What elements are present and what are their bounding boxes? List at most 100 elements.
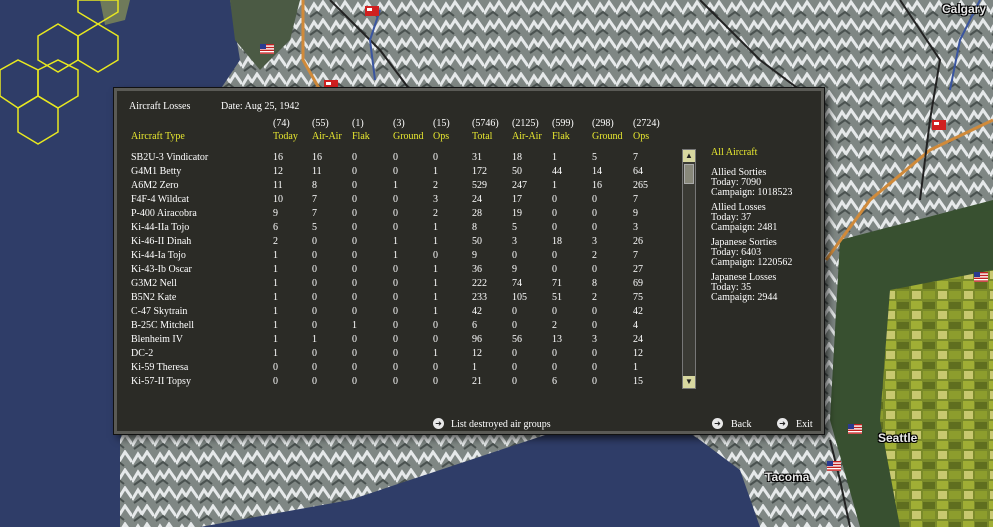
scroll-up-button[interactable]: ▲ bbox=[683, 150, 695, 162]
table-row[interactable]: Blenheim IV 1 1 0 0 0 96 56 13 3 24 bbox=[117, 333, 677, 347]
header-aircraft-type[interactable]: Aircraft Type bbox=[131, 130, 185, 144]
table-cell: 0 bbox=[552, 194, 557, 205]
table-row[interactable]: B-25C Mitchell 1 0 1 0 0 6 0 2 0 4 bbox=[117, 319, 677, 333]
table-cell: 3 bbox=[592, 334, 597, 345]
table-row[interactable]: C-47 Skytrain 1 0 0 0 1 42 0 0 0 42 bbox=[117, 305, 677, 319]
aircraft-type-cell: A6M2 Zero bbox=[131, 180, 179, 191]
table-cell: 75 bbox=[633, 292, 643, 303]
table-row[interactable]: Ki-57-II Topsy 0 0 0 0 0 21 0 6 0 15 bbox=[117, 375, 677, 389]
table-cell: 0 bbox=[512, 376, 517, 387]
table-cell: 1 bbox=[352, 320, 357, 331]
table-row[interactable]: Ki-44-IIa Tojo 6 5 0 0 1 8 5 0 0 3 bbox=[117, 221, 677, 235]
table-cell: 42 bbox=[633, 306, 643, 317]
column-header[interactable]: Today bbox=[273, 130, 298, 144]
exit-label: Exit bbox=[796, 419, 813, 430]
column-total: (3) bbox=[393, 118, 405, 129]
table-cell: 12 bbox=[472, 348, 482, 359]
column-total: (2125) bbox=[512, 118, 539, 129]
table-cell: 0 bbox=[393, 194, 398, 205]
table-cell: 0 bbox=[352, 152, 357, 163]
aircraft-type-cell: Ki-57-II Topsy bbox=[131, 376, 191, 387]
city-label-seattle: Seattle bbox=[878, 431, 918, 445]
column-header[interactable]: Flak bbox=[352, 130, 370, 144]
us-flag-icon[interactable] bbox=[260, 44, 274, 54]
table-cell: 24 bbox=[633, 334, 643, 345]
table-cell: 9 bbox=[512, 264, 517, 275]
us-flag-icon[interactable] bbox=[848, 424, 862, 434]
column-total: (5746) bbox=[472, 118, 499, 129]
table-cell: 1 bbox=[633, 362, 638, 373]
scroll-down-button[interactable]: ▼ bbox=[683, 376, 695, 388]
exit-button[interactable]: ➜ Exit bbox=[777, 418, 822, 432]
table-cell: 36 bbox=[472, 264, 482, 275]
column-header[interactable]: Air-Air bbox=[312, 130, 342, 144]
table-row[interactable]: Ki-44-Ia Tojo 1 0 0 1 0 9 0 0 2 7 bbox=[117, 249, 677, 263]
table-cell: 0 bbox=[393, 166, 398, 177]
table-cell: 0 bbox=[592, 264, 597, 275]
table-row[interactable]: SB2U-3 Vindicator 16 16 0 0 0 31 18 1 5 7 bbox=[117, 151, 677, 165]
table-cell: 12 bbox=[633, 348, 643, 359]
column-header[interactable]: Ground bbox=[592, 130, 623, 144]
table-cell: 0 bbox=[393, 292, 398, 303]
table-row[interactable]: Ki-59 Theresa 0 0 0 0 0 1 0 0 0 1 bbox=[117, 361, 677, 375]
table-row[interactable]: A6M2 Zero 11 8 0 1 2 529 247 1 16 265 bbox=[117, 179, 677, 193]
table-cell: 0 bbox=[352, 180, 357, 191]
table-row[interactable]: B5N2 Kate 1 0 0 0 1 233 105 51 2 75 bbox=[117, 291, 677, 305]
table-cell: 0 bbox=[312, 264, 317, 275]
scroll-thumb[interactable] bbox=[684, 164, 694, 184]
table-cell: 0 bbox=[352, 264, 357, 275]
table-cell: 0 bbox=[433, 152, 438, 163]
column-header[interactable]: Ops bbox=[433, 130, 449, 144]
table-cell: 1 bbox=[433, 348, 438, 359]
table-cell: 0 bbox=[512, 306, 517, 317]
table-cell: 0 bbox=[393, 320, 398, 331]
column-header[interactable]: Flak bbox=[552, 130, 570, 144]
table-row[interactable]: Ki-43-Ib Oscar 1 0 0 0 1 36 9 0 0 27 bbox=[117, 263, 677, 277]
table-cell: 0 bbox=[552, 348, 557, 359]
table-cell: 0 bbox=[352, 208, 357, 219]
table-cell: 0 bbox=[592, 222, 597, 233]
column-total: (2724) bbox=[633, 118, 660, 129]
table-cell: 9 bbox=[273, 208, 278, 219]
column-header[interactable]: Ops bbox=[633, 130, 649, 144]
column-header[interactable]: Ground bbox=[393, 130, 424, 144]
table-row[interactable]: P-400 Airacobra 9 7 0 0 2 28 19 0 0 9 bbox=[117, 207, 677, 221]
us-flag-icon[interactable] bbox=[974, 272, 988, 282]
table-scrollbar[interactable]: ▲ ▼ bbox=[682, 149, 696, 389]
table-cell: 2 bbox=[592, 250, 597, 261]
table-cell: 2 bbox=[433, 208, 438, 219]
table-cell: 0 bbox=[312, 320, 317, 331]
table-cell: 0 bbox=[352, 222, 357, 233]
table-cell: 7 bbox=[633, 152, 638, 163]
japan-unit-flag-icon[interactable] bbox=[365, 6, 379, 16]
list-destroyed-button[interactable]: ➜ List destroyed air groups bbox=[433, 418, 573, 432]
column-header[interactable]: Air-Air bbox=[512, 130, 542, 144]
table-cell: 5 bbox=[512, 222, 517, 233]
table-row[interactable]: DC-2 1 0 0 0 1 12 0 0 0 12 bbox=[117, 347, 677, 361]
back-button[interactable]: ➜ Back bbox=[712, 418, 762, 432]
aircraft-type-cell: SB2U-3 Vindicator bbox=[131, 152, 209, 163]
dialog-date: Date: Aug 25, 1942 bbox=[221, 101, 300, 112]
table-cell: 3 bbox=[592, 236, 597, 247]
us-flag-icon[interactable] bbox=[827, 461, 841, 471]
arrow-right-icon: ➜ bbox=[712, 418, 723, 429]
aircraft-type-cell: Ki-43-Ib Oscar bbox=[131, 264, 192, 275]
table-row[interactable]: G4M1 Betty 12 11 0 0 1 172 50 44 14 64 bbox=[117, 165, 677, 179]
column-header[interactable]: Total bbox=[472, 130, 492, 144]
japan-unit-flag-icon[interactable] bbox=[932, 120, 946, 130]
table-cell: 44 bbox=[552, 166, 562, 177]
column-total: (599) bbox=[552, 118, 574, 129]
table-cell: 3 bbox=[433, 194, 438, 205]
table-cell: 0 bbox=[312, 236, 317, 247]
table-cell: 1 bbox=[433, 306, 438, 317]
table-cell: 8 bbox=[312, 180, 317, 191]
table-row[interactable]: F4F-4 Wildcat 10 7 0 0 3 24 17 0 0 7 bbox=[117, 193, 677, 207]
table-row[interactable]: Ki-46-II Dinah 2 0 0 1 1 50 3 18 3 26 bbox=[117, 235, 677, 249]
dialog-title: Aircraft Losses bbox=[129, 101, 191, 112]
aircraft-filter-link[interactable]: All Aircraft bbox=[711, 147, 757, 159]
table-cell: 1 bbox=[433, 222, 438, 233]
table-cell: 7 bbox=[312, 208, 317, 219]
table-row[interactable]: G3M2 Nell 1 0 0 0 1 222 74 71 8 69 bbox=[117, 277, 677, 291]
table-cell: 71 bbox=[552, 278, 562, 289]
table-cell: 16 bbox=[592, 180, 602, 191]
